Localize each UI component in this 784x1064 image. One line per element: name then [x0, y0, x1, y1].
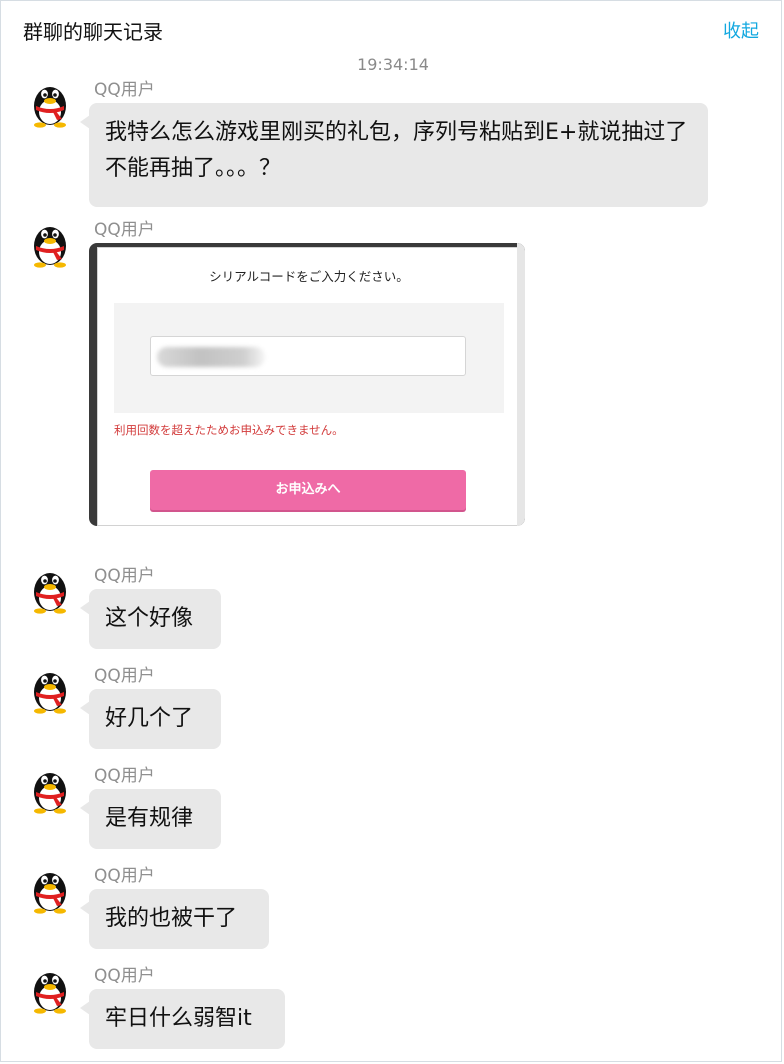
sender-name: QQ用户 [94, 80, 155, 100]
serial-code-prompt: シリアルコードをご入力ください。 [209, 269, 409, 284]
message-bubble: 好几个了 [80, 689, 221, 749]
apply-button: お申込みへ [150, 470, 466, 510]
chat-history-window: 群聊的聊天记录 收起 19:34:14 QQ用户 我特么怎么游戏里刚买的礼包，序… [0, 0, 782, 1062]
image-message[interactable]: シリアルコードをご入力ください。 利用回数を超えたためお申込みできません。 お申… [89, 243, 525, 526]
qq-penguin-avatar-icon[interactable] [27, 567, 73, 615]
qq-penguin-avatar-icon[interactable] [27, 81, 73, 129]
sender-name: QQ用户 [94, 766, 155, 786]
message-bubble: 我的也被干了 [80, 889, 269, 949]
message-bubble: 这个好像 [80, 589, 221, 649]
sender-name: QQ用户 [94, 866, 155, 886]
collapse-button[interactable]: 收起 [723, 20, 759, 44]
qq-penguin-avatar-icon[interactable] [27, 867, 73, 915]
screenshot-image: シリアルコードをご入力ください。 利用回数を超えたためお申込みできません。 お申… [97, 247, 521, 526]
sender-name: QQ用户 [94, 566, 155, 586]
sender-name: QQ用户 [94, 220, 155, 240]
window-title: 群聊的聊天记录 [23, 20, 163, 44]
sender-name: QQ用户 [94, 666, 155, 686]
error-message: 利用回数を超えたためお申込みできません。 [114, 423, 344, 437]
message-bubble: 牢日什么弱智it [80, 989, 285, 1049]
serial-code-input [150, 336, 466, 376]
qq-penguin-avatar-icon[interactable] [27, 667, 73, 715]
qq-penguin-avatar-icon[interactable] [27, 767, 73, 815]
message-bubble: 我特么怎么游戏里刚买的礼包，序列号粘贴到E+就说抽过了不能再抽了。。。？ [80, 103, 708, 207]
message-timestamp: 19:34:14 [357, 55, 429, 74]
message-bubble: 是有规律 [80, 789, 221, 849]
qq-penguin-avatar-icon[interactable] [27, 967, 73, 1015]
image-edge [517, 243, 525, 526]
qq-penguin-avatar-icon[interactable] [27, 221, 73, 269]
sender-name: QQ用户 [94, 966, 155, 986]
blurred-serial-code [157, 347, 265, 367]
